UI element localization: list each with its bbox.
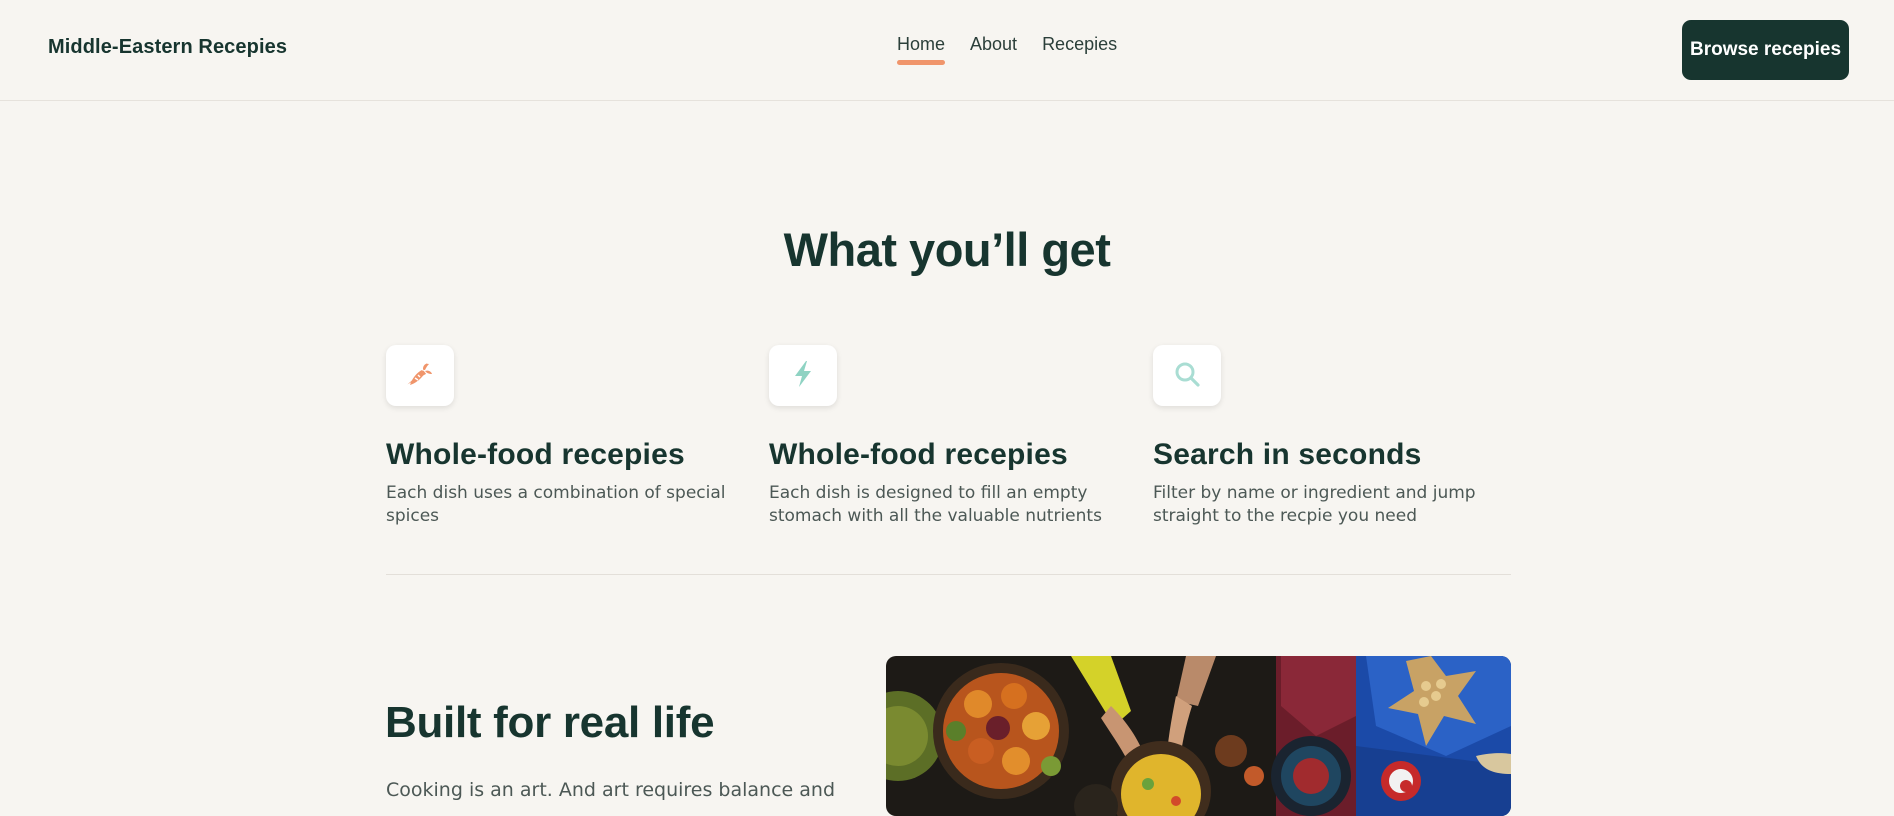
feature-description-line: Filter by name or ingredient and jump xyxy=(1153,483,1476,503)
feature-description-line: spices xyxy=(386,506,440,526)
feature-title: Whole-food recepies xyxy=(386,438,685,471)
built-section-title: Built for real life xyxy=(385,698,715,747)
site-header: Middle-Eastern Recepies Home About Recep… xyxy=(0,0,1894,101)
feature-icon-box xyxy=(769,345,837,406)
feature-icon-box xyxy=(1153,345,1221,406)
feature-card-search: Search in seconds Filter by name or ingr… xyxy=(1153,345,1493,528)
feature-title: Whole-food recepies xyxy=(769,438,1068,471)
feature-description: Each dish is designed to fill an empty s… xyxy=(769,482,1109,528)
feature-icon-box xyxy=(386,345,454,406)
browse-recepies-button[interactable]: Browse recepies xyxy=(1682,20,1849,80)
feature-description-line: stomach with all the valuable nutrients xyxy=(769,506,1102,526)
lightning-icon xyxy=(789,359,817,393)
feature-description-line: Each dish uses a combination of special xyxy=(386,483,726,503)
feature-description-line: straight to the recpie you need xyxy=(1153,506,1417,526)
main-nav: Home About Recepies xyxy=(897,34,1117,65)
nav-home[interactable]: Home xyxy=(897,34,946,65)
built-section-text: Cooking is an art. And art requires bala… xyxy=(386,779,836,801)
nav-recepies[interactable]: Recepies xyxy=(1042,34,1117,63)
feature-description: Each dish uses a combination of special … xyxy=(386,482,726,528)
food-table-image xyxy=(886,656,1511,816)
feature-title: Search in seconds xyxy=(1153,438,1422,471)
feature-description: Filter by name or ingredient and jump st… xyxy=(1153,482,1493,528)
feature-card-nutrients: Whole-food recepies Each dish is designe… xyxy=(769,345,1109,528)
feature-description-line: Each dish is designed to fill an empty xyxy=(769,483,1088,503)
section-divider xyxy=(386,574,1511,575)
search-icon xyxy=(1172,359,1202,393)
carrot-icon xyxy=(405,359,435,393)
nav-about[interactable]: About xyxy=(970,34,1017,63)
brand-logo-text[interactable]: Middle-Eastern Recepies xyxy=(48,36,287,59)
feature-card-spices: Whole-food recepies Each dish uses a com… xyxy=(386,345,726,528)
features-section-title: What you’ll get xyxy=(783,223,1111,276)
